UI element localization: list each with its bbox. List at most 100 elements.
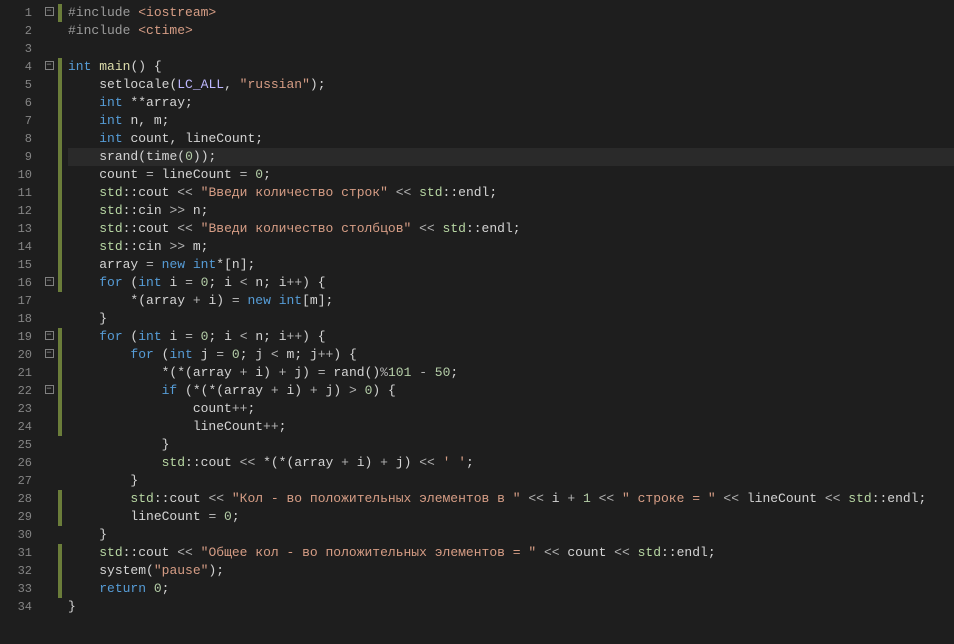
code-token: [68, 455, 162, 470]
code-line[interactable]: int **array;: [68, 94, 954, 112]
fold-cell[interactable]: −: [40, 346, 58, 364]
code-line[interactable]: }: [68, 526, 954, 544]
fold-toggle-icon[interactable]: −: [45, 61, 54, 70]
code-token: ::: [123, 545, 139, 560]
fold-cell[interactable]: −: [40, 58, 58, 76]
code-line[interactable]: [68, 40, 954, 58]
code-line[interactable]: for (int i = 0; i < n; i++) {: [68, 328, 954, 346]
code-line[interactable]: std::cin >> n;: [68, 202, 954, 220]
code-token: <<: [536, 545, 567, 560]
code-token: time: [146, 149, 177, 164]
code-token: }: [68, 599, 76, 614]
line-number: 18: [0, 310, 40, 328]
code-editor[interactable]: 1234567891011121314151617181920212223242…: [0, 0, 954, 644]
code-token: #include: [68, 23, 138, 38]
line-number: 9: [0, 148, 40, 166]
code-line[interactable]: int count, lineCount;: [68, 130, 954, 148]
code-token: ));: [193, 149, 216, 164]
code-token: cout: [138, 221, 169, 236]
code-token: }: [68, 527, 107, 542]
code-token: ): [365, 455, 381, 470]
code-token: ) {: [302, 275, 325, 290]
code-token: [68, 77, 99, 92]
code-token: lineCount: [193, 419, 263, 434]
code-line[interactable]: std::cout << "Общее кол - во положительн…: [68, 544, 954, 562]
fold-cell: [40, 94, 58, 112]
code-line[interactable]: lineCount = 0;: [68, 508, 954, 526]
line-number: 13: [0, 220, 40, 238]
code-area[interactable]: #include <iostream>#include <ctime> int m…: [62, 0, 954, 644]
code-token: count: [193, 401, 232, 416]
code-line[interactable]: #include <ctime>: [68, 22, 954, 40]
code-token: setlocale: [99, 77, 169, 92]
code-token: int: [99, 131, 122, 146]
fold-cell: [40, 112, 58, 130]
fold-cell: [40, 202, 58, 220]
fold-toggle-icon[interactable]: −: [45, 7, 54, 16]
code-token: ];: [240, 257, 256, 272]
code-line[interactable]: std::cin >> m;: [68, 238, 954, 256]
code-token: array: [99, 257, 138, 272]
fold-column[interactable]: − − − − − −: [40, 0, 58, 644]
fold-cell[interactable]: −: [40, 274, 58, 292]
code-line[interactable]: int n, m;: [68, 112, 954, 130]
fold-cell: [40, 472, 58, 490]
fold-cell: [40, 598, 58, 616]
code-token: >: [349, 383, 357, 398]
code-line[interactable]: count = lineCount = 0;: [68, 166, 954, 184]
code-token: [68, 383, 162, 398]
code-line[interactable]: }: [68, 436, 954, 454]
code-line[interactable]: srand(time(0));: [68, 148, 954, 166]
code-line[interactable]: }: [68, 598, 954, 616]
line-number: 15: [0, 256, 40, 274]
code-line[interactable]: *(array + i) = new int[m];: [68, 292, 954, 310]
code-token: *(*(: [263, 455, 294, 470]
fold-cell[interactable]: −: [40, 328, 58, 346]
code-line[interactable]: int main() {: [68, 58, 954, 76]
fold-toggle-icon[interactable]: −: [45, 385, 54, 394]
code-token: n: [255, 275, 263, 290]
code-line[interactable]: array = new int*[n];: [68, 256, 954, 274]
line-number: 6: [0, 94, 40, 112]
code-line[interactable]: for (int i = 0; i < n; i++) {: [68, 274, 954, 292]
fold-toggle-icon[interactable]: −: [45, 277, 54, 286]
code-token: 0: [224, 509, 232, 524]
code-line[interactable]: setlocale(LC_ALL, "russian");: [68, 76, 954, 94]
code-line[interactable]: return 0;: [68, 580, 954, 598]
code-token: =: [232, 293, 240, 308]
code-token: " строке = ": [622, 491, 716, 506]
code-line[interactable]: system("pause");: [68, 562, 954, 580]
code-token: system: [99, 563, 146, 578]
code-token: endl: [677, 545, 708, 560]
code-line[interactable]: for (int j = 0; j < m; j++) {: [68, 346, 954, 364]
fold-cell[interactable]: −: [40, 382, 58, 400]
fold-toggle-icon[interactable]: −: [45, 331, 54, 340]
code-line[interactable]: #include <iostream>: [68, 4, 954, 22]
code-line[interactable]: std::cout << "Введи количество столбцов"…: [68, 220, 954, 238]
code-token: ;: [201, 203, 209, 218]
code-token: count: [130, 131, 169, 146]
code-line[interactable]: }: [68, 472, 954, 490]
code-token: endl: [887, 491, 918, 506]
code-line[interactable]: if (*(*(array + i) + j) > 0) {: [68, 382, 954, 400]
fold-toggle-icon[interactable]: −: [45, 349, 54, 358]
line-number: 26: [0, 454, 40, 472]
code-line[interactable]: }: [68, 310, 954, 328]
line-number: 8: [0, 130, 40, 148]
code-token: array: [294, 455, 333, 470]
code-token: *(: [68, 293, 146, 308]
line-number: 24: [0, 418, 40, 436]
code-line[interactable]: count++;: [68, 400, 954, 418]
code-token: int: [279, 293, 302, 308]
code-line[interactable]: std::cout << "Кол - во положительных эле…: [68, 490, 954, 508]
code-token: n: [193, 203, 201, 218]
code-line[interactable]: std::cout << "Введи количество строк" <<…: [68, 184, 954, 202]
code-token: +: [232, 365, 255, 380]
fold-cell[interactable]: −: [40, 4, 58, 22]
code-line[interactable]: lineCount++;: [68, 418, 954, 436]
code-token: ++: [287, 275, 303, 290]
code-line[interactable]: std::cout << *(*(array + i) + j) << ' ';: [68, 454, 954, 472]
code-line[interactable]: *(*(array + i) + j) = rand()%101 - 50;: [68, 364, 954, 382]
code-token: j: [294, 365, 302, 380]
line-number: 2: [0, 22, 40, 40]
